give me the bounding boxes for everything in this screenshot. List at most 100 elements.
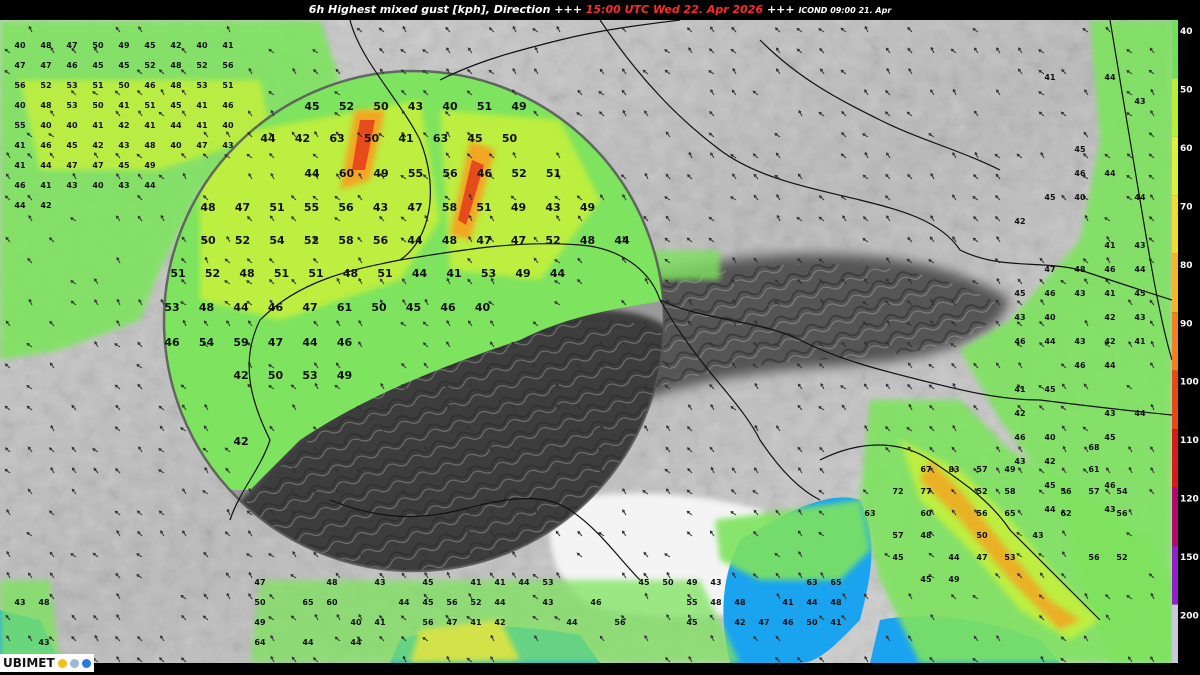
gust-value: 51 bbox=[377, 267, 392, 280]
legend-label: 120 bbox=[1180, 495, 1199, 505]
gust-value: 55 bbox=[686, 598, 698, 607]
gust-value: 40 bbox=[14, 41, 26, 50]
gust-value: 63 bbox=[864, 509, 875, 518]
gust-value: 43 bbox=[14, 598, 25, 607]
gust-value: 52 bbox=[470, 598, 481, 607]
gust-value: 41 bbox=[830, 618, 842, 627]
gust-value: 49 bbox=[511, 201, 526, 214]
gust-value: 53 bbox=[542, 578, 553, 587]
gust-value: 56 bbox=[373, 234, 389, 247]
gust-value: 50 bbox=[371, 301, 387, 314]
gust-value: 55 bbox=[304, 201, 319, 214]
gust-value: 42 bbox=[1104, 337, 1115, 346]
gust-value: 53 bbox=[481, 267, 496, 280]
gust-value: 41 bbox=[14, 141, 26, 150]
gust-value: 46 bbox=[1104, 481, 1116, 490]
gust-value: 57 bbox=[976, 465, 987, 474]
gust-value: 45 bbox=[406, 301, 421, 314]
gust-value: 43 bbox=[1104, 505, 1115, 514]
gust-value: 48 bbox=[170, 61, 182, 70]
gust-value: 50 bbox=[364, 132, 380, 145]
legend-swatch bbox=[1172, 78, 1178, 137]
gust-value: 51 bbox=[269, 201, 284, 214]
gust-value: 58 bbox=[442, 201, 457, 214]
gust-value: 40 bbox=[14, 101, 26, 110]
gust-value: 50 bbox=[976, 531, 988, 540]
gust-value: 44 bbox=[550, 267, 566, 280]
gust-value: 46 bbox=[477, 167, 493, 180]
gust-value: 54 bbox=[199, 336, 215, 349]
gust-value: 44 bbox=[1134, 409, 1146, 418]
gust-value: 43 bbox=[118, 181, 129, 190]
gust-value: 43 bbox=[1104, 409, 1115, 418]
gust-value: 42 bbox=[40, 201, 51, 210]
gust-value: 49 bbox=[515, 267, 530, 280]
gust-value: 72 bbox=[892, 487, 903, 496]
gust-value: 46 bbox=[268, 301, 284, 314]
gust-value: 60 bbox=[339, 167, 355, 180]
gust-value: 46 bbox=[1074, 169, 1086, 178]
gust-value: 41 bbox=[470, 578, 482, 587]
gust-value: 40 bbox=[1044, 313, 1056, 322]
gust-value: 47 bbox=[758, 618, 769, 627]
gust-value: 49 bbox=[948, 575, 960, 584]
gust-value: 51 bbox=[92, 81, 104, 90]
gust-value: 40 bbox=[1074, 193, 1086, 202]
gust-value: 43 bbox=[118, 141, 129, 150]
gust-value: 51 bbox=[546, 167, 561, 180]
gust-value: 47 bbox=[14, 61, 25, 70]
gust-value: 43 bbox=[1134, 241, 1145, 250]
gust-value: 42 bbox=[92, 141, 103, 150]
gust-value: 45 bbox=[170, 101, 182, 110]
gust-value: 53 bbox=[66, 81, 77, 90]
gust-value: 60 bbox=[326, 598, 338, 607]
gust-value: 48 bbox=[40, 41, 52, 50]
gust-value: 48 bbox=[580, 234, 595, 247]
gust-value: 48 bbox=[920, 531, 932, 540]
legend-label: 80 bbox=[1180, 261, 1193, 271]
gust-value: 43 bbox=[222, 141, 233, 150]
gust-value: 45 bbox=[144, 41, 156, 50]
gust-value: 51 bbox=[144, 101, 156, 110]
gust-value: 44 bbox=[260, 132, 276, 145]
gust-value: 43 bbox=[542, 598, 553, 607]
gust-value: 40 bbox=[66, 121, 78, 130]
gust-value: 52 bbox=[235, 234, 250, 247]
gust-value: 45 bbox=[1074, 145, 1086, 154]
legend-label: 110 bbox=[1180, 436, 1199, 446]
gust-value: 47 bbox=[446, 618, 457, 627]
gust-value: 45 bbox=[1134, 289, 1146, 298]
gust-value: 52 bbox=[545, 234, 560, 247]
gust-value: 42 bbox=[494, 618, 505, 627]
gust-value: 43 bbox=[66, 181, 77, 190]
gust-value: 41 bbox=[40, 181, 52, 190]
gust-value: 42 bbox=[1044, 457, 1055, 466]
gust-value: 46 bbox=[40, 141, 52, 150]
color-legend: 40 50 60 70 80 90 100 110 120 150 200 bbox=[1172, 20, 1200, 663]
gust-value: 41 bbox=[118, 101, 130, 110]
gust-value: 46 bbox=[1044, 289, 1056, 298]
gust-value: 65 bbox=[302, 598, 314, 607]
gust-value: 59 bbox=[233, 336, 248, 349]
gust-value: 44 bbox=[566, 618, 578, 627]
gust-value: 48 bbox=[326, 578, 338, 587]
gust-value: 43 bbox=[374, 578, 385, 587]
gust-value: 44 bbox=[302, 336, 318, 349]
gust-value: 48 bbox=[200, 201, 215, 214]
gust-value: 44 bbox=[614, 234, 630, 247]
gust-value: 43 bbox=[1074, 337, 1085, 346]
gust-value: 43 bbox=[408, 100, 423, 113]
gust-value: 58 bbox=[1004, 487, 1016, 496]
gust-value: 49 bbox=[337, 369, 352, 382]
gust-value: 56 bbox=[976, 509, 988, 518]
legend-label: 90 bbox=[1180, 319, 1193, 329]
gust-value: 53 bbox=[66, 101, 77, 110]
gust-value: 47 bbox=[66, 41, 77, 50]
gust-value: 44 bbox=[1104, 73, 1116, 82]
legend-swatch bbox=[1172, 20, 1178, 79]
gust-value: 62 bbox=[1060, 509, 1071, 518]
gust-value: 42 bbox=[118, 121, 129, 130]
legend-label: 60 bbox=[1180, 144, 1193, 154]
gust-value: 51 bbox=[274, 267, 289, 280]
gust-value: 50 bbox=[662, 578, 674, 587]
